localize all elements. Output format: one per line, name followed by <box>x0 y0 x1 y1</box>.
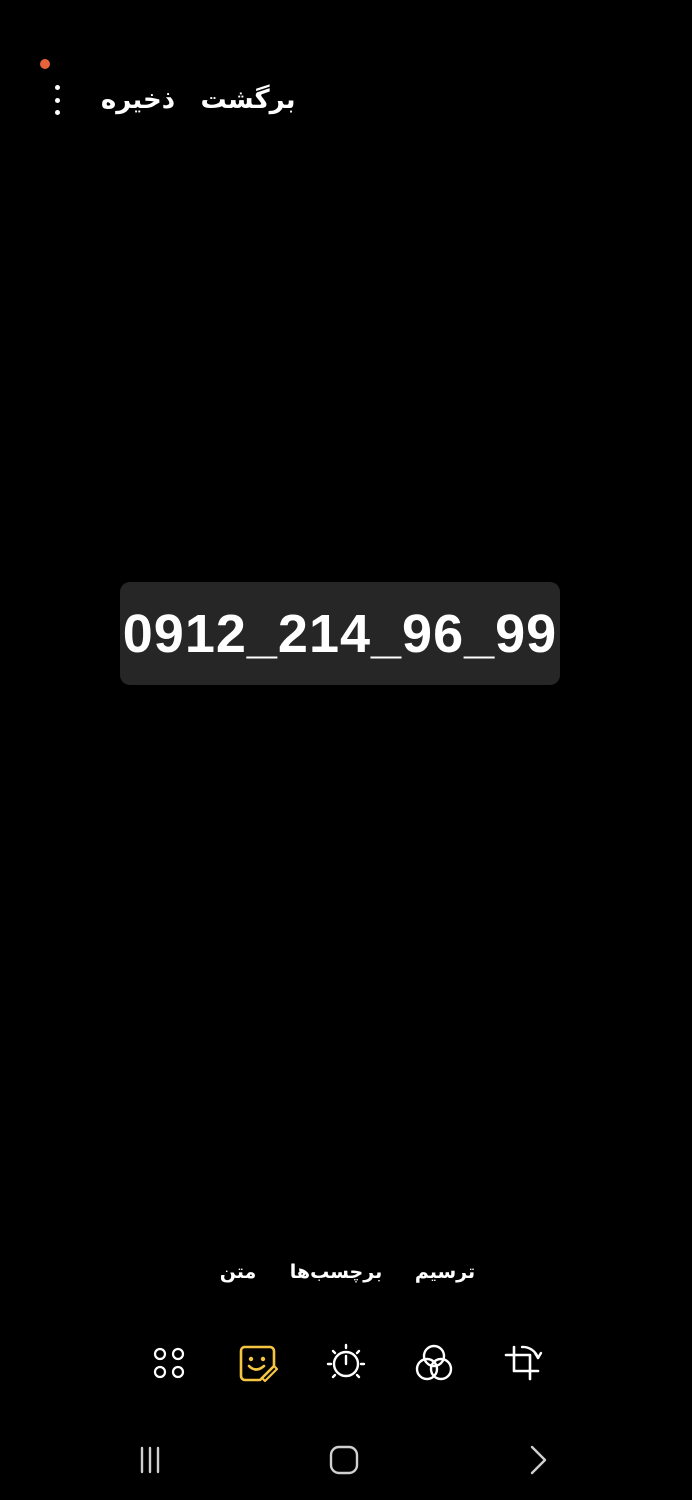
recents-icon <box>140 1446 160 1474</box>
more-tools-icon <box>153 1347 185 1379</box>
adjust-brightness-icon <box>326 1343 366 1379</box>
back-button[interactable]: برگشت <box>200 80 296 120</box>
filter-button[interactable] <box>411 1340 457 1386</box>
sticker-icon <box>239 1345 278 1383</box>
adjust-button[interactable] <box>323 1340 369 1386</box>
editor-canvas[interactable]: 0912_214_96_99 <box>0 160 692 1220</box>
home-icon <box>329 1445 359 1475</box>
recents-button[interactable] <box>128 1440 172 1480</box>
sticker-text: 0912_214_96_99 <box>122 603 558 664</box>
tool-icon-bar <box>0 1340 692 1386</box>
system-navigation-bar <box>0 1430 692 1490</box>
tab-text[interactable]: متن <box>210 1252 266 1292</box>
more-options-button[interactable] <box>42 80 72 120</box>
filter-icon <box>415 1344 453 1381</box>
tool-tabs: متن برچسب‌ها ترسیم <box>0 1252 692 1292</box>
home-button[interactable] <box>322 1440 366 1480</box>
notification-dot <box>40 59 50 69</box>
back-icon <box>530 1445 547 1475</box>
crop-rotate-button[interactable] <box>499 1340 545 1386</box>
text-sticker[interactable]: 0912_214_96_99 <box>120 582 560 685</box>
crop-rotate-icon <box>504 1345 543 1381</box>
more-tools-button[interactable] <box>146 1340 192 1386</box>
tab-draw[interactable]: ترسیم <box>410 1252 480 1292</box>
more-vertical-icon <box>54 85 60 90</box>
tab-stickers[interactable]: برچسب‌ها <box>288 1252 384 1292</box>
nav-back-button[interactable] <box>515 1440 559 1480</box>
save-button[interactable]: ذخیره <box>98 80 178 120</box>
sticker-button[interactable] <box>234 1340 280 1386</box>
